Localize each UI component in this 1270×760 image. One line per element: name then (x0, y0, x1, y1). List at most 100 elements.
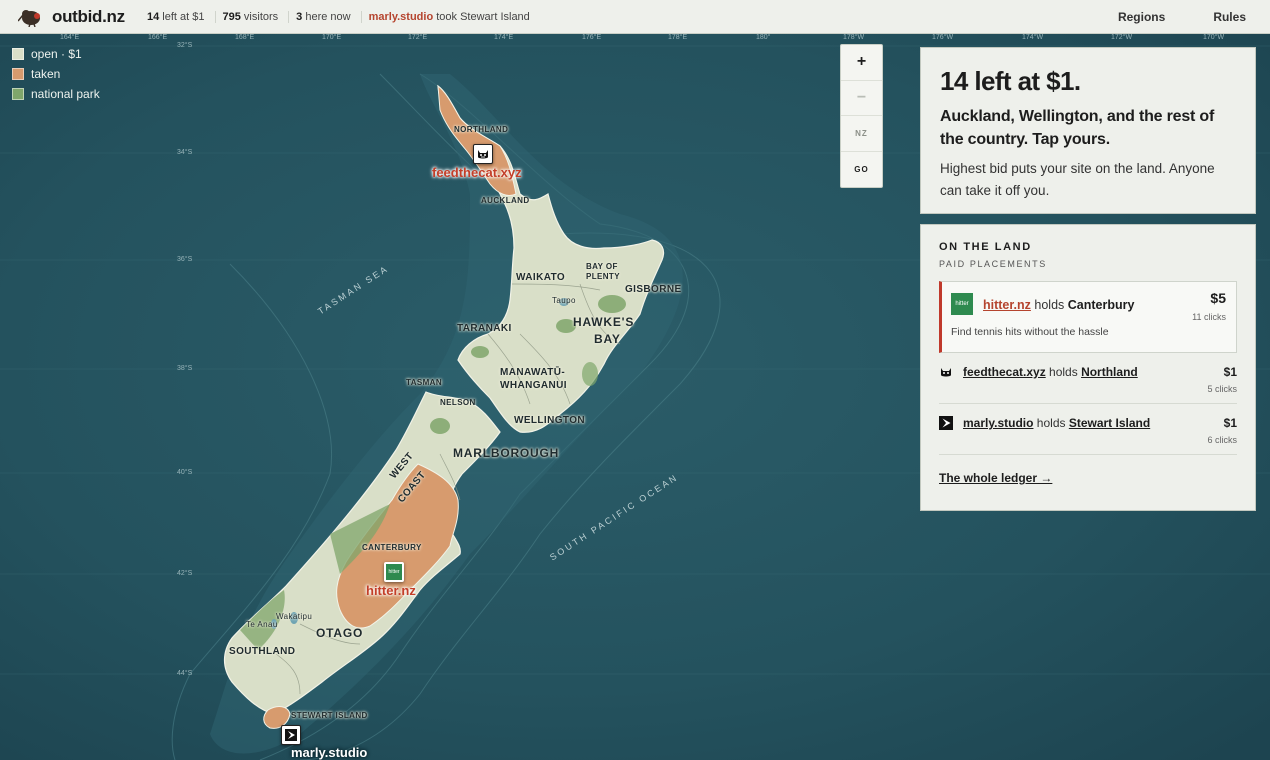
region-label-stewart-island[interactable]: STEWART ISLAND (291, 711, 368, 720)
longitude-label: 166°E (148, 34, 168, 41)
holding-site-link[interactable]: feedthecat.xyz (963, 365, 1046, 379)
region-label-waikato[interactable]: WAIKATO (516, 272, 565, 283)
region-label-marlborough[interactable]: MARLBOROUGH (453, 446, 559, 460)
site-label-marly[interactable]: marly.studio (291, 745, 367, 760)
site-label-hitter[interactable]: hitter.nz (366, 583, 416, 598)
latitude-label: 36°S (177, 256, 193, 263)
marly-marker[interactable] (281, 725, 301, 745)
town-label-taupo: Taupo (552, 296, 576, 305)
placements-title: ON THE LAND (939, 241, 1032, 253)
legend-label: open · $1 (31, 47, 82, 61)
region-label-hawkes-bay[interactable]: HAWKE'S (573, 315, 634, 329)
region-code: NZ (841, 116, 882, 152)
holding-price: $1 (1223, 365, 1237, 379)
region-label-wellington[interactable]: WELLINGTON (514, 415, 585, 426)
holding-region-link[interactable]: Stewart Island (1069, 416, 1150, 430)
featured-placement[interactable]: hitter hitter.nz holds Canterbury $5 11 … (939, 281, 1237, 353)
nav-rules[interactable]: Rules (1213, 10, 1246, 24)
hero-text: Highest bid puts your site on the land. … (940, 161, 1215, 198)
cat-icon (476, 147, 490, 161)
legend-taken: taken (12, 64, 100, 84)
placements-subtitle: PAID PLACEMENTS (939, 259, 1047, 269)
placements-card: ON THE LAND PAID PLACEMENTS hitter hitte… (920, 224, 1256, 511)
feedthecat-marker[interactable] (473, 144, 493, 164)
holding-site-link[interactable]: marly.studio (963, 416, 1033, 430)
swatch-open (12, 48, 24, 60)
latitude-label: 44°S (177, 670, 193, 677)
holding-row: marly.studio holds Stewart Island (939, 416, 1237, 430)
latitude-label: 42°S (177, 570, 193, 577)
region-label-manawatu[interactable]: MANAWATŪ- (500, 367, 565, 378)
swatch-taken (12, 68, 24, 80)
ledger-link[interactable]: The whole ledger → (939, 471, 1052, 485)
top-bar: outbid.nz 14 left at $1 795 visitors 3 h… (0, 0, 1270, 34)
legend-label: taken (31, 67, 61, 81)
region-label-manawatu[interactable]: WHANGANUI (500, 380, 567, 391)
longitude-label: 168°E (235, 34, 255, 41)
stat-recent-activity: marly.studio took Stewart Island (368, 10, 530, 23)
region-label-tasman[interactable]: TASMAN (406, 378, 442, 387)
featured-text: hitter.nz holds Canterbury (983, 297, 1135, 312)
hitter-marker[interactable]: hitter (384, 562, 404, 582)
featured-row: hitter hitter.nz holds Canterbury (951, 291, 1226, 315)
town-label-te-anau: Te Anau (246, 620, 278, 629)
latitude-label: 38°S (177, 365, 193, 372)
featured-site-link[interactable]: hitter.nz (983, 298, 1031, 312)
list-item[interactable]: marly.studio holds Stewart Island $1 6 c… (939, 404, 1237, 455)
featured-region: Canterbury (1067, 297, 1135, 312)
stat-here-now: 3 here now (289, 10, 362, 23)
town-label-wakatipu: Wakatipu (276, 612, 313, 621)
brand[interactable]: outbid.nz (0, 7, 140, 27)
latitude-label: 34°S (177, 149, 193, 156)
region-label-southland[interactable]: SOUTHLAND (229, 646, 295, 657)
longitude-label: 172°E (408, 34, 428, 41)
longitude-label: 178°W (843, 34, 865, 41)
zoom-in-button[interactable]: + (841, 45, 882, 81)
region-label-canterbury[interactable]: CANTERBURY (362, 543, 422, 552)
region-label-northland[interactable]: NORTHLAND (454, 125, 508, 134)
longitude-label: 164°E (60, 34, 80, 41)
hitter-logo-icon: hitter (388, 569, 400, 575)
region-label-nelson[interactable]: NELSON (440, 398, 476, 407)
featured-description: Find tennis hits without the hassle (951, 326, 1109, 338)
legend-label: national park (31, 87, 100, 101)
longitude-label: 176°E (582, 34, 602, 41)
nav-regions[interactable]: Regions (1118, 10, 1165, 24)
nav: Regions Rules (1094, 0, 1270, 34)
longitude-label: 180° (756, 34, 771, 41)
region-label-gisborne[interactable]: GISBORNE (625, 284, 682, 295)
zoom-out-button[interactable]: − (841, 81, 882, 116)
longitude-label: 170°E (322, 34, 342, 41)
longitude-label: 172°W (1111, 34, 1133, 41)
play-icon (939, 416, 953, 430)
region-label-auckland[interactable]: AUCKLAND (481, 196, 530, 205)
stat-visitors: 795 visitors (216, 10, 290, 23)
longitude-label: 170°W (1203, 34, 1225, 41)
hero-subtitle: Auckland, Wellington, and the rest of th… (940, 108, 1215, 148)
brand-name: outbid.nz (52, 6, 125, 26)
region-label-hawkes-bay[interactable]: BAY (594, 332, 621, 346)
region-label-bay-of-plenty[interactable]: BAY OF (586, 262, 618, 271)
longitude-label: 176°W (932, 34, 954, 41)
map-legend: open · $1 taken national park (12, 44, 100, 104)
go-button[interactable]: GO (841, 152, 882, 187)
featured-clicks: 11 clicks (1192, 312, 1226, 322)
holding-clicks: 5 clicks (1207, 384, 1237, 394)
latitude-label: 40°S (177, 469, 193, 476)
site-label-feedthecat[interactable]: feedthecat.xyz (432, 165, 522, 180)
region-label-otago[interactable]: OTAGO (316, 626, 363, 640)
swatch-national-park (12, 88, 24, 100)
list-item[interactable]: feedthecat.xyz holds Northland $1 5 clic… (939, 353, 1237, 404)
stats-bar: 14 left at $1 795 visitors 3 here now ma… (140, 10, 540, 23)
cat-icon (939, 365, 953, 379)
region-label-bay-of-plenty[interactable]: PLENTY (586, 272, 620, 281)
hero-title: 14 left at $1. (940, 66, 1081, 96)
hitter-logo-icon: hitter (951, 293, 973, 315)
play-icon (285, 729, 297, 741)
hero-card: 14 left at $1. Auckland, Wellington, and… (920, 47, 1256, 214)
latitude-label: 32°S (177, 42, 193, 49)
region-label-taranaki[interactable]: TARANAKI (457, 323, 512, 334)
kiwi-logo-icon (17, 7, 44, 27)
holding-region-link[interactable]: Northland (1081, 365, 1138, 379)
featured-price: $5 (1210, 290, 1226, 306)
